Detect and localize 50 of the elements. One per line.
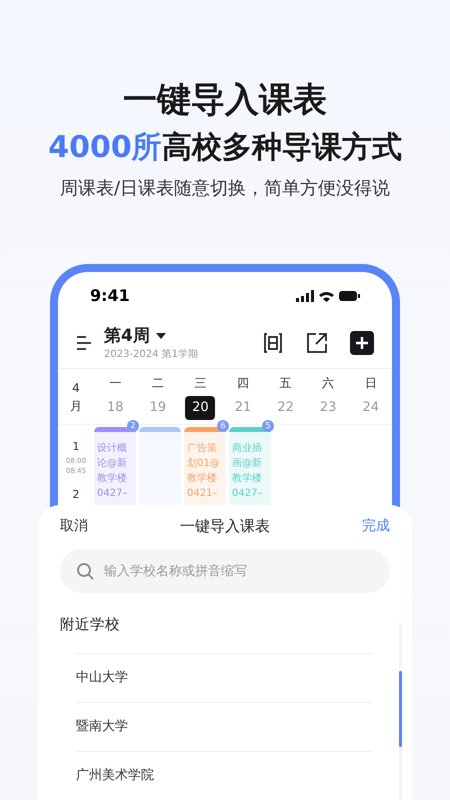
weekday-label: 六 [322, 374, 334, 392]
scrollbar[interactable] [399, 623, 402, 800]
course-card[interactable]: 广告策划01@教学楼0421– [184, 427, 226, 507]
course-card[interactable]: 商业插画@新教学楼0427– [229, 427, 271, 507]
tagline: 周课表/日课表随意切换，简单方便没得说 [60, 177, 390, 201]
share-icon[interactable] [306, 332, 328, 354]
weekday-label: 五 [280, 374, 292, 392]
search-icon [76, 562, 94, 580]
course-text: 商业插画@新教学楼0427– [231, 442, 264, 501]
subheadline: 4000所高校多种导课方式 [48, 129, 402, 167]
status-time: 9:41 [90, 285, 130, 307]
section-title: 附近学校 [60, 616, 121, 636]
period-number: 2 [72, 487, 80, 503]
done-button[interactable]: 完成 [362, 516, 390, 537]
menu-icon[interactable] [76, 336, 92, 350]
search-field[interactable]: 输入学校名称或拼音缩写 [60, 549, 390, 594]
battery-icon [339, 291, 360, 301]
add-icon[interactable] [350, 331, 374, 355]
cancel-button[interactable]: 取消 [60, 516, 88, 537]
weekday-label: 四 [237, 374, 250, 392]
weekday-label: 二 [152, 374, 164, 392]
school-item[interactable]: 暨南大学 [76, 717, 128, 737]
calendar-icon[interactable] [262, 332, 284, 354]
term-label: 2023-2024 第1学期 [104, 348, 198, 362]
caret-icon [156, 332, 166, 338]
date-label[interactable]: 18 [100, 396, 130, 420]
week-selector[interactable]: 第4周 [104, 324, 198, 346]
date-label[interactable]: 20 [185, 396, 216, 420]
date-label[interactable]: 24 [356, 396, 386, 420]
date-label[interactable]: 22 [270, 396, 301, 420]
wifi-icon [319, 290, 334, 302]
weekday-label: 三 [194, 374, 206, 392]
date-label[interactable]: 23 [313, 396, 344, 420]
school-item[interactable]: 中山大学 [76, 668, 128, 688]
course-text: 设计概论@新教学楼0427– [96, 442, 128, 501]
course-badge: 5 [262, 420, 274, 432]
date-label[interactable]: 19 [142, 396, 173, 420]
course-text: 广告策划01@教学楼0421– [186, 442, 221, 501]
weekday-label: 日 [364, 374, 377, 392]
headline: 一键导入课表 [123, 79, 327, 122]
course-badge: 2 [127, 420, 139, 432]
school-item[interactable]: 广州美术学院 [76, 766, 154, 786]
course-card[interactable]: 设计概论@新教学楼0427– [94, 427, 136, 507]
period-number: 1 [72, 439, 80, 455]
date-label[interactable]: 21 [228, 396, 258, 420]
month-label: 4 月 [69, 380, 83, 414]
signal-icon [296, 290, 314, 302]
course-badge: 6 [217, 420, 229, 432]
sheet-title: 一键导入课表 [180, 516, 270, 537]
weekday-label: 一 [109, 374, 122, 392]
